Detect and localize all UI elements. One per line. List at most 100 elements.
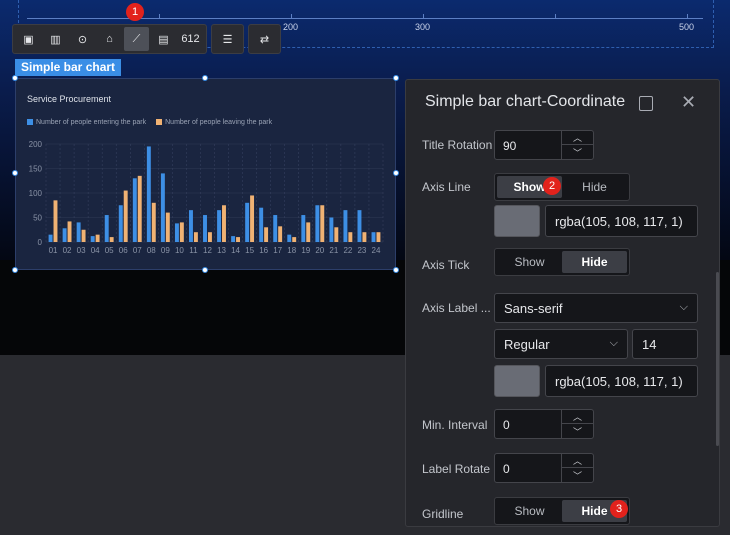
number-tool-icon[interactable]: 612 xyxy=(178,27,203,51)
database-icon[interactable]: ☰ xyxy=(215,27,240,51)
x-tick-label: 23 xyxy=(357,246,366,255)
axis-tick-toggle[interactable]: Show Hide xyxy=(494,248,630,276)
bar-leaving xyxy=(179,222,184,242)
title-rotation-input[interactable]: 90 ︿ ﹀ xyxy=(494,130,594,160)
x-tick-label: 17 xyxy=(273,246,282,255)
x-tick-label: 09 xyxy=(161,246,170,255)
eye-tool-icon[interactable]: ⊙ xyxy=(70,27,95,51)
document-icon[interactable] xyxy=(639,96,653,111)
bar-entering xyxy=(160,173,165,242)
legend-item-leaving[interactable]: Number of people leaving the park xyxy=(156,119,272,126)
axis-tick-hide-button[interactable]: Hide xyxy=(562,251,627,273)
bar-leaving xyxy=(222,205,226,242)
label-rotate-stepper[interactable]: ︿ ﹀ xyxy=(561,454,593,482)
axis-label-color-input[interactable]: rgba(105, 108, 117, 1) xyxy=(545,365,698,397)
bar-leaving xyxy=(67,221,72,242)
resize-handle[interactable] xyxy=(393,75,399,81)
bar-entering xyxy=(273,215,278,242)
axis-label: 300 xyxy=(415,22,431,32)
axis-tick xyxy=(687,14,688,19)
chart-toolbar: ▣ ▥ ⊙ ⌂ ⟋ ▤ 612 ☰ ⇄ xyxy=(12,24,281,54)
bar-leaving xyxy=(334,227,339,242)
chevron-down-icon[interactable]: ﹀ xyxy=(562,145,593,159)
x-tick-label: 04 xyxy=(91,246,100,255)
y-tick-label: 200 xyxy=(29,140,43,149)
bar-leaving xyxy=(193,232,198,242)
bar-entering xyxy=(287,234,292,242)
resize-handle[interactable] xyxy=(393,267,399,273)
font-size-input[interactable]: 14 xyxy=(632,329,698,359)
axis-tick-show-button[interactable]: Show xyxy=(497,251,562,273)
chevron-up-icon[interactable]: ︿ xyxy=(562,131,593,145)
bar-leaving xyxy=(109,237,114,242)
bar-leaving xyxy=(250,195,255,242)
axis-label: 200 xyxy=(283,22,299,32)
font-family-value: Sans-serif xyxy=(504,301,563,316)
bar-chart-widget[interactable]: Service Procurement Number of people ent… xyxy=(15,78,396,270)
bar-entering xyxy=(104,215,109,242)
bar-entering xyxy=(301,215,306,242)
stacked-bar-tool-icon[interactable]: ▤ xyxy=(151,27,176,51)
bar-chart-tool-icon[interactable]: ▥ xyxy=(43,27,68,51)
x-tick-label: 18 xyxy=(287,246,296,255)
resize-handle[interactable] xyxy=(393,170,399,176)
x-tick-label: 02 xyxy=(63,246,72,255)
axis-tick xyxy=(291,14,292,19)
bar-entering xyxy=(118,205,123,242)
line-chart-tool-icon[interactable]: ⟋ xyxy=(124,27,149,51)
bar-entering xyxy=(371,232,376,242)
axis-label: 500 xyxy=(679,22,695,32)
gridline-show-button[interactable]: Show xyxy=(497,500,562,522)
label-rotate-value: 0 xyxy=(503,462,510,476)
font-weight-select[interactable]: Regular ⌵ xyxy=(494,329,628,359)
x-tick-label: 22 xyxy=(343,246,352,255)
font-family-select[interactable]: Sans-serif ⌵ xyxy=(494,293,698,323)
axis-line-hide-button[interactable]: Hide xyxy=(562,176,627,198)
legend-swatch xyxy=(27,119,33,126)
chevron-up-icon[interactable]: ︿ xyxy=(562,410,593,424)
axis-line-color-input[interactable]: rgba(105, 108, 117, 1) xyxy=(545,205,698,237)
y-tick-label: 100 xyxy=(29,189,43,198)
x-tick-label: 14 xyxy=(231,246,240,255)
widget-label[interactable]: Simple bar chart xyxy=(15,59,122,76)
chevron-up-icon[interactable]: ︿ xyxy=(562,454,593,468)
bar-entering xyxy=(259,207,264,242)
resize-handle[interactable] xyxy=(202,267,208,273)
bar-leaving xyxy=(376,232,381,242)
axis-label-color-swatch[interactable] xyxy=(494,365,540,397)
close-icon[interactable]: ✕ xyxy=(681,92,696,113)
bar-entering xyxy=(217,210,222,242)
chevron-down-icon[interactable]: ﹀ xyxy=(562,468,593,482)
axis-line-color-swatch[interactable] xyxy=(494,205,540,237)
bar-entering xyxy=(48,234,53,242)
image-tool-icon[interactable]: ▣ xyxy=(16,27,41,51)
resize-handle[interactable] xyxy=(12,170,18,176)
resize-handle[interactable] xyxy=(12,75,18,81)
gridline-label: Gridline xyxy=(422,507,464,521)
bar-entering xyxy=(357,210,362,242)
legend-item-entering[interactable]: Number of people entering the park xyxy=(27,119,146,126)
map-tool-icon[interactable]: ⌂ xyxy=(97,27,122,51)
x-tick-label: 13 xyxy=(217,246,226,255)
axis-tick xyxy=(159,14,160,19)
bar-leaving xyxy=(81,229,86,242)
coordinate-settings-panel: Simple bar chart-Coordinate ✕ Title Rota… xyxy=(405,79,720,527)
chevron-down-icon[interactable]: ﹀ xyxy=(562,424,593,438)
axis-line-toggle[interactable]: Show Hide xyxy=(494,173,630,201)
bar-leaving xyxy=(165,212,170,242)
min-interval-stepper[interactable]: ︿ ﹀ xyxy=(561,410,593,438)
y-tick-label: 150 xyxy=(29,165,43,174)
title-rotation-stepper[interactable]: ︿ ﹀ xyxy=(561,131,593,159)
bar-leaving xyxy=(53,200,58,242)
resize-handle[interactable] xyxy=(12,267,18,273)
chevron-down-icon: ⌵ xyxy=(679,301,688,313)
label-rotate-input[interactable]: 0 ︿ ﹀ xyxy=(494,453,594,483)
bar-leaving xyxy=(123,190,128,242)
bar-entering xyxy=(132,178,137,242)
resize-handle[interactable] xyxy=(202,75,208,81)
bar-entering xyxy=(315,205,320,242)
panel-scrollbar[interactable] xyxy=(716,272,719,446)
min-interval-input[interactable]: 0 ︿ ﹀ xyxy=(494,409,594,439)
link-icon[interactable]: ⇄ xyxy=(252,27,277,51)
x-tick-label: 20 xyxy=(315,246,324,255)
